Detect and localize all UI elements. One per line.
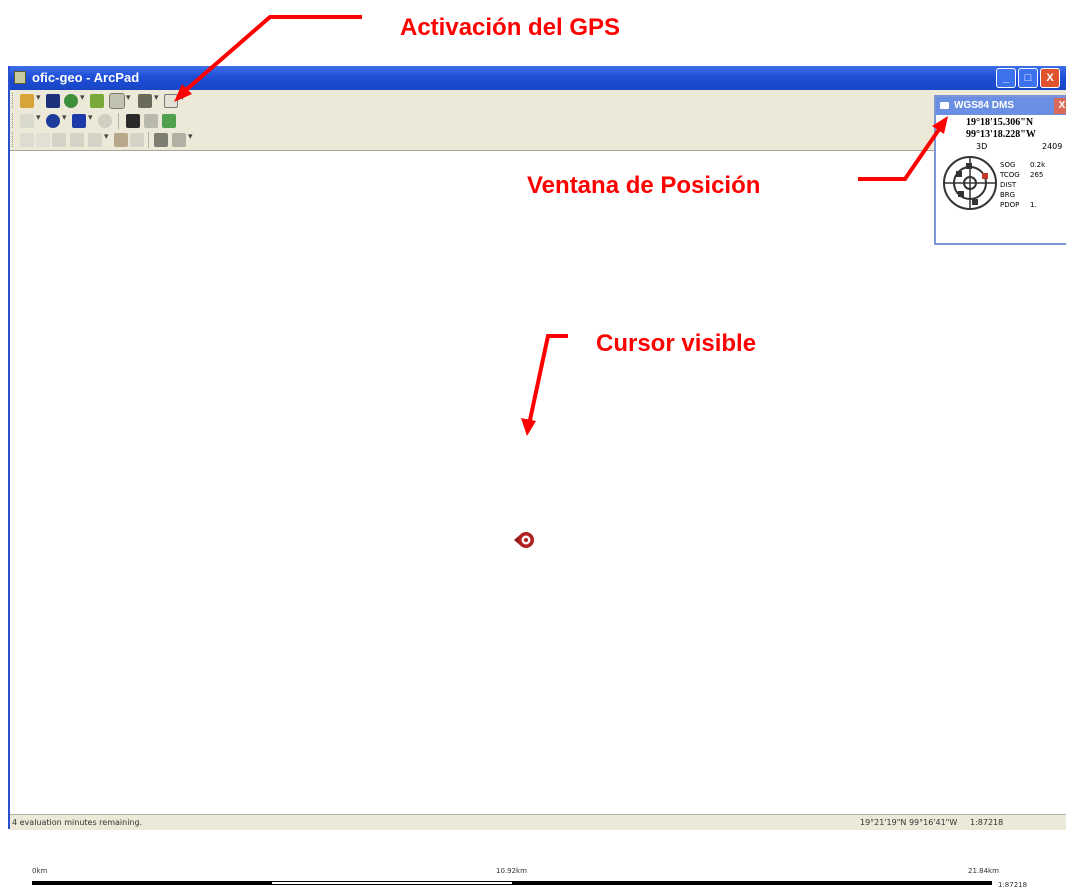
properties-icon[interactable]	[172, 133, 186, 147]
toolbar-grip[interactable]	[12, 113, 16, 128]
altitude-value: 2409	[1042, 142, 1063, 151]
line-icon[interactable]	[88, 133, 102, 147]
pencil-icon[interactable]	[130, 133, 144, 147]
chevron-down-icon[interactable]: ▾	[126, 93, 131, 103]
pin-icon[interactable]	[940, 102, 949, 109]
stat-row: DIST	[1000, 181, 1016, 189]
toolbar-grip[interactable]	[12, 132, 16, 147]
open-folder-icon[interactable]	[20, 94, 34, 108]
map-view[interactable]: 0km 10.92km 21.84km 1:87218	[10, 151, 1066, 889]
status-bar: 4 evaluation minutes remaining. 19°21'19…	[10, 814, 1066, 830]
polyline-icon[interactable]	[52, 133, 66, 147]
add-layer-icon[interactable]	[64, 94, 78, 108]
chevron-down-icon[interactable]: ▾	[36, 93, 41, 103]
longitude-value: 99°13'18.228"W	[966, 129, 1036, 140]
satellite-skyplot-icon	[943, 156, 997, 210]
scale-label-start: 0km	[32, 867, 48, 875]
stat-row: TCOG 265	[1000, 171, 1043, 179]
stat-row: BRG	[1000, 191, 1015, 199]
stat-value: 1.	[1030, 201, 1037, 209]
save-icon[interactable]	[46, 94, 60, 108]
table-icon[interactable]	[144, 114, 158, 128]
status-message: 4 evaluation minutes remaining.	[12, 818, 143, 827]
toolbar-main: ▾ ▾ ▾ ▾ ▾	[10, 91, 930, 111]
stat-label: DIST	[1000, 181, 1017, 189]
fix-type: 3D	[976, 142, 988, 151]
position-window[interactable]: WGS84 DMS X 19°18'15.306"N 99°13'18.228"…	[934, 95, 1066, 245]
minimize-button[interactable]: _	[996, 68, 1016, 88]
stat-label: BRG	[1000, 191, 1016, 199]
help-icon[interactable]	[164, 94, 178, 108]
gps-cursor-icon	[514, 532, 534, 548]
toolbar-browse: ▾ ▾ ▾	[10, 111, 930, 131]
title-bar[interactable]: ofic-geo - ArcPad _ □ X	[10, 66, 1066, 90]
scale-ratio: 1:87218	[998, 881, 1028, 889]
annotation-position-window: Ventana de Posición	[527, 172, 761, 199]
chevron-down-icon[interactable]: ▾	[154, 93, 159, 103]
vertex-icon[interactable]	[70, 133, 84, 147]
status-coordinates: 19°21'19"N 99°16'41"W	[860, 818, 958, 827]
hyperlink-icon[interactable]	[162, 114, 176, 128]
scale-label-end: 21.84km	[968, 867, 999, 875]
chevron-down-icon[interactable]: ▾	[36, 113, 41, 123]
tools-icon[interactable]	[154, 133, 168, 147]
chevron-down-icon[interactable]: ▾	[80, 93, 85, 103]
position-window-close-button[interactable]: X	[1054, 98, 1066, 114]
scale-bar-segment	[32, 884, 992, 885]
binoculars-icon[interactable]	[126, 114, 140, 128]
stat-label: PDOP	[1000, 201, 1020, 209]
stat-label: TCOG	[1000, 171, 1020, 179]
stat-value: 265	[1030, 171, 1044, 179]
scale-label-middle: 10.92km	[496, 867, 527, 875]
annotation-cursor-visible: Cursor visible	[596, 330, 757, 357]
position-window-title: WGS84 DMS	[954, 100, 1015, 111]
stat-value: 0.2k	[1030, 161, 1046, 169]
stat-label: SOG	[1000, 161, 1016, 169]
globe-icon[interactable]	[46, 114, 60, 128]
gps-activate-button[interactable]	[109, 93, 125, 109]
identify-icon[interactable]	[98, 114, 112, 128]
layers-icon[interactable]	[90, 94, 104, 108]
toolbar-edit: ▾ ▾	[10, 130, 930, 150]
toolbar-separator	[148, 132, 149, 148]
latitude-value: 19°18'15.306"N	[966, 117, 1034, 128]
stat-row: PDOP 1.	[1000, 201, 1037, 209]
back-arrow-icon[interactable]	[72, 114, 86, 128]
chevron-down-icon[interactable]: ▾	[188, 132, 193, 142]
arcpad-app-icon	[14, 71, 26, 84]
stat-row: SOG 0.2k	[1000, 161, 1045, 169]
maximize-button[interactable]: □	[1018, 68, 1038, 88]
annotation-gps-activation: Activación del GPS	[400, 14, 621, 41]
scale-bar: 0km 10.92km 21.84km	[32, 867, 999, 887]
select-arrow-icon[interactable]	[20, 133, 34, 147]
close-button[interactable]: X	[1040, 68, 1060, 88]
toolbar-grip[interactable]	[12, 93, 16, 108]
window-title: ofic-geo - ArcPad	[32, 70, 140, 85]
chevron-down-icon[interactable]: ▾	[62, 113, 67, 123]
toolbars: ▾ ▾ ▾ ▾ ▾ ▾ ▾ ▾ ▾ ▾	[10, 90, 1066, 151]
edit-tool-icon[interactable]	[114, 133, 128, 147]
chevron-down-icon[interactable]: ▾	[88, 113, 93, 123]
status-scale: 1:87218	[970, 818, 1004, 827]
chevron-down-icon[interactable]: ▾	[104, 132, 109, 142]
zoom-icon[interactable]	[20, 114, 34, 128]
chevron-down-icon[interactable]: ▾	[180, 93, 185, 103]
position-window-title-bar[interactable]: WGS84 DMS X	[936, 97, 1066, 115]
point-icon[interactable]	[36, 133, 50, 147]
toolbar-separator	[118, 113, 119, 129]
gps-tools-icon[interactable]	[138, 94, 152, 108]
